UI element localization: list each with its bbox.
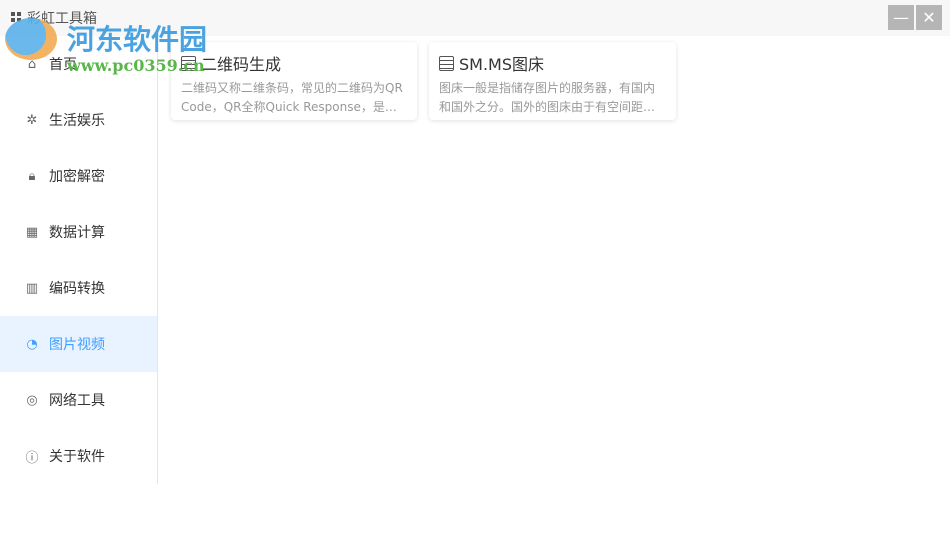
card-title: SM.MS图床 (459, 55, 545, 74)
sidebar-item-image-video[interactable]: ◔ 图片视频 (0, 316, 157, 372)
sidebar-item-encoding[interactable]: ▥ 编码转换 (0, 260, 157, 316)
sidebar-item-network[interactable]: ◎ 网络工具 (0, 372, 157, 428)
sidebar-item-calc[interactable]: ▦ 数据计算 (0, 204, 157, 260)
sidebar-item-life[interactable]: ✲ 生活娱乐 (0, 92, 157, 148)
sidebar-item-label: 加密解密 (49, 169, 105, 185)
server-icon (439, 55, 454, 71)
barcode-icon: ▥ (25, 280, 39, 296)
network-icon: ◎ (26, 392, 38, 408)
sidebar-item-label: 关于软件 (49, 449, 105, 465)
card-description: 二维码又称二维条码，常见的二维码为QR Code，QR全称Quick Respo… (181, 81, 403, 114)
sidebar-item-label: 数据计算 (49, 225, 105, 241)
card-title: 二维码生成 (201, 55, 282, 74)
sparkle-icon: ✲ (26, 112, 38, 128)
sidebar-item-label: 首页 (49, 57, 77, 73)
sidebar-item-label: 编码转换 (49, 281, 105, 297)
sidebar-item-home[interactable]: ⌂ 首页 (0, 36, 157, 92)
minimize-button[interactable]: — (888, 5, 914, 30)
window-title: 彩虹工具箱 (27, 11, 97, 27)
sidebar-item-about[interactable]: ⓘ 关于软件 (0, 428, 157, 484)
sidebar-item-crypto[interactable]: 🔒︎ 加密解密 (0, 148, 157, 204)
info-icon: ⓘ (25, 450, 39, 466)
home-icon: ⌂ (27, 56, 37, 72)
sidebar-item-label: 图片视频 (49, 337, 105, 353)
sidebar: ⌂ 首页 ✲ 生活娱乐 🔒︎ 加密解密 ▦ 数据计算 ▥ 编码转换 ◔ 图片视频 ◎ 网络工具… (0, 36, 158, 484)
app-icon (11, 12, 21, 22)
qrcode-icon (181, 55, 196, 71)
image-icon: ◔ (26, 336, 38, 352)
calculator-icon: ▦ (25, 224, 39, 240)
title-bar: 彩虹工具箱 — ✕ (0, 0, 950, 36)
lock-icon: 🔒︎ (28, 168, 36, 184)
close-button[interactable]: ✕ (916, 5, 942, 30)
sidebar-item-label: 生活娱乐 (49, 113, 105, 129)
sidebar-item-label: 网络工具 (49, 393, 105, 409)
card-description: 图床一般是指储存图片的服务器，有国内和国外之分。国外的图床由于有空间距离等因素 (439, 81, 656, 114)
tool-card-smms[interactable]: SM.MS图床 图床一般是指储存图片的服务器，有国内和国外之分。国外的图床由于有… (429, 42, 676, 120)
tool-card-qrcode[interactable]: 二维码生成 二维码又称二维条码，常见的二维码为QR Code，QR全称Quick… (171, 42, 417, 120)
